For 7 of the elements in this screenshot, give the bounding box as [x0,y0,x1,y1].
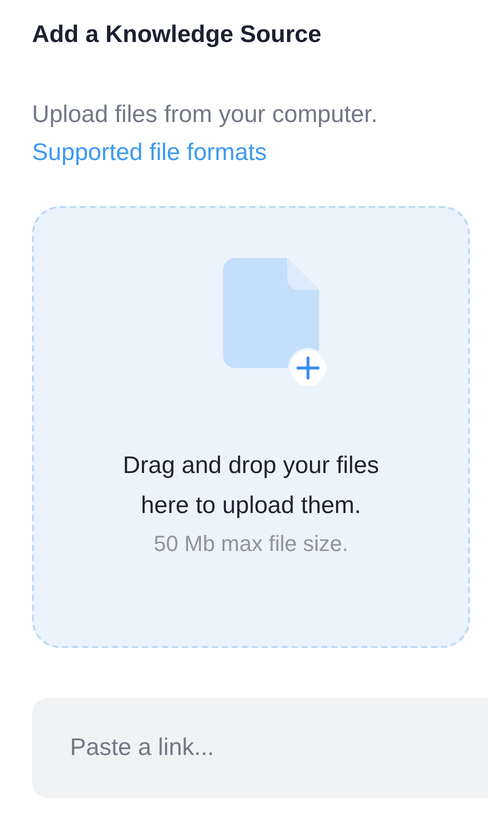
link-input-field[interactable]: Paste a link... [32,698,488,798]
description-text: Upload files from your computer. [32,100,378,130]
file-add-icon [223,258,329,386]
file-size-limit: 50 Mb max file size. [154,530,348,558]
drop-instructions: Drag and drop your files here to upload them. [122,451,380,521]
drop-zone[interactable]: Drag and drop your files here to upload them. 50 Mb max file size. [32,206,470,648]
dialog-title: Add a Knowledge Source [32,20,322,50]
